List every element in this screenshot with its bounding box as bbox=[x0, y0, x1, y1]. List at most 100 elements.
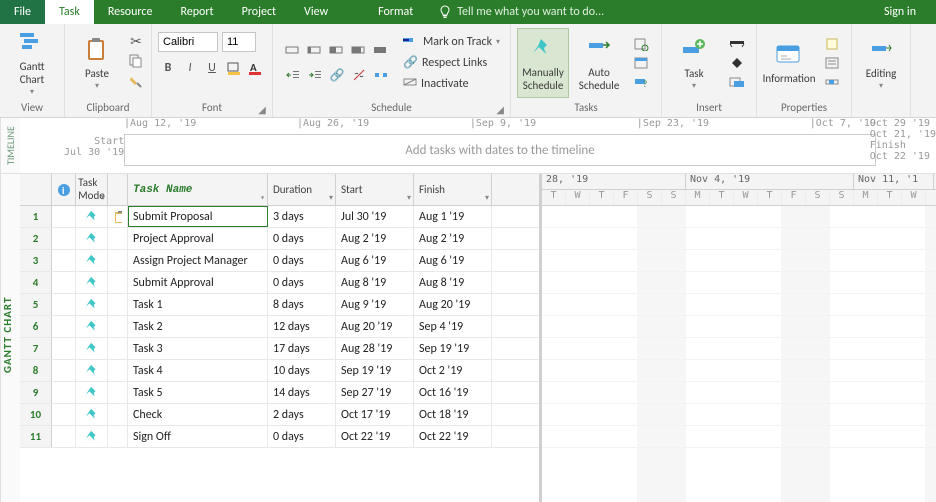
row-number[interactable]: 2 bbox=[20, 228, 52, 249]
tab-view[interactable]: View bbox=[290, 0, 342, 24]
cell-finish[interactable]: Oct 22 '19 bbox=[414, 426, 492, 447]
pct-50-button[interactable] bbox=[327, 40, 347, 60]
split-task-button[interactable] bbox=[371, 65, 391, 85]
table-row[interactable]: 9Task 514 daysSep 27 '19Oct 16 '19 bbox=[20, 382, 539, 404]
table-row[interactable]: 7Task 317 daysAug 28 '19Sep 19 '19 bbox=[20, 338, 539, 360]
col-task-name[interactable]: Task Name▾ bbox=[128, 174, 268, 205]
cell-task-name[interactable]: Submit Approval bbox=[128, 272, 268, 293]
row-number[interactable]: 3 bbox=[20, 250, 52, 271]
cell-start[interactable]: Oct 22 '19 bbox=[336, 426, 414, 447]
cell-duration[interactable]: 3 days bbox=[268, 206, 336, 227]
cell-task-mode[interactable] bbox=[76, 228, 108, 249]
outdent-button[interactable] bbox=[283, 65, 303, 85]
font-size-select[interactable] bbox=[222, 32, 256, 52]
cell-duration[interactable]: 14 days bbox=[268, 382, 336, 403]
cell-indicator[interactable] bbox=[108, 206, 128, 227]
add-to-timeline-button[interactable] bbox=[823, 73, 841, 91]
text-color-button[interactable]: A bbox=[246, 58, 266, 78]
format-painter-button[interactable] bbox=[127, 75, 145, 93]
row-number[interactable]: 9 bbox=[20, 382, 52, 403]
cell-finish[interactable]: Aug 8 '19 bbox=[414, 272, 492, 293]
col-info[interactable]: i bbox=[52, 174, 76, 205]
pct-75-button[interactable] bbox=[349, 40, 369, 60]
cell-task-mode[interactable] bbox=[76, 250, 108, 271]
editing-button[interactable]: Editing▾ bbox=[858, 28, 904, 98]
cell-duration[interactable]: 0 days bbox=[268, 250, 336, 271]
auto-schedule-button[interactable]: Auto Schedule bbox=[573, 28, 625, 98]
cell-info[interactable] bbox=[52, 360, 76, 381]
cell-duration[interactable]: 0 days bbox=[268, 272, 336, 293]
cell-duration[interactable]: 0 days bbox=[268, 426, 336, 447]
cell-finish[interactable]: Aug 1 '19 bbox=[414, 206, 492, 227]
pct-100-button[interactable] bbox=[371, 40, 391, 60]
cell-task-mode[interactable] bbox=[76, 272, 108, 293]
cell-finish[interactable]: Aug 20 '19 bbox=[414, 294, 492, 315]
row-number[interactable]: 5 bbox=[20, 294, 52, 315]
table-row[interactable]: 10Check2 daysOct 17 '19Oct 18 '19 bbox=[20, 404, 539, 426]
unlink-tasks-button[interactable] bbox=[349, 65, 369, 85]
cell-start[interactable]: Aug 2 '19 bbox=[336, 228, 414, 249]
timeline-add-placeholder[interactable]: Add tasks with dates to the timeline bbox=[124, 134, 876, 166]
cell-duration[interactable]: 0 days bbox=[268, 228, 336, 249]
cell-start[interactable]: Sep 27 '19 bbox=[336, 382, 414, 403]
tab-file[interactable]: File bbox=[0, 0, 45, 24]
tab-task[interactable]: Task bbox=[45, 0, 94, 24]
gantt-chart-area[interactable]: 28, '19Nov 4, '19Nov 11, '1 TWTFSSMTWTFS… bbox=[542, 174, 936, 502]
insert-summary-button[interactable] bbox=[728, 35, 746, 53]
cell-finish[interactable]: Oct 16 '19 bbox=[414, 382, 492, 403]
cell-info[interactable] bbox=[52, 382, 76, 403]
manually-schedule-button[interactable]: Manually Schedule bbox=[517, 28, 569, 98]
cell-info[interactable] bbox=[52, 404, 76, 425]
cell-task-mode[interactable] bbox=[76, 338, 108, 359]
cell-info[interactable] bbox=[52, 426, 76, 447]
cell-task-name[interactable]: Task 4 bbox=[128, 360, 268, 381]
cell-info[interactable] bbox=[52, 272, 76, 293]
cut-button[interactable]: ✂ bbox=[127, 33, 145, 51]
cell-indicator[interactable] bbox=[108, 360, 128, 381]
cell-indicator[interactable] bbox=[108, 338, 128, 359]
table-row[interactable]: 1Submit Proposal3 daysJul 30 '19Aug 1 '1… bbox=[20, 206, 539, 228]
signin-button[interactable]: Sign in bbox=[864, 0, 936, 24]
col-duration[interactable]: Duration▾ bbox=[268, 174, 336, 205]
cell-task-name[interactable]: Assign Project Manager bbox=[128, 250, 268, 271]
underline-button[interactable]: U bbox=[202, 58, 222, 78]
cell-task-name[interactable]: Sign Off bbox=[128, 426, 268, 447]
link-tasks-button[interactable]: 🔗 bbox=[327, 65, 347, 85]
cell-info[interactable] bbox=[52, 250, 76, 271]
copy-button[interactable] bbox=[127, 54, 145, 72]
cell-finish[interactable]: Aug 2 '19 bbox=[414, 228, 492, 249]
cell-duration[interactable]: 8 days bbox=[268, 294, 336, 315]
cell-finish[interactable]: Oct 2 '19 bbox=[414, 360, 492, 381]
cell-info[interactable] bbox=[52, 228, 76, 249]
cell-duration[interactable]: 17 days bbox=[268, 338, 336, 359]
cell-task-name[interactable]: Task 3 bbox=[128, 338, 268, 359]
dialog-launcher-icon[interactable]: ◢ bbox=[256, 103, 268, 115]
cell-task-mode[interactable] bbox=[76, 382, 108, 403]
table-row[interactable]: 6Task 212 daysAug 20 '19Sep 4 '19 bbox=[20, 316, 539, 338]
dialog-launcher-icon[interactable]: ◢ bbox=[494, 103, 506, 115]
font-family-select[interactable] bbox=[158, 32, 218, 52]
cell-indicator[interactable] bbox=[108, 404, 128, 425]
cell-duration[interactable]: 12 days bbox=[268, 316, 336, 337]
insert-deliverable-button[interactable] bbox=[728, 73, 746, 91]
mark-on-track-button[interactable]: Mark on Track ▾ bbox=[403, 32, 500, 52]
cell-task-name[interactable]: Task 2 bbox=[128, 316, 268, 337]
cell-info[interactable] bbox=[52, 294, 76, 315]
inactivate-button[interactable]: Inactivate bbox=[403, 74, 500, 94]
cell-start[interactable]: Aug 8 '19 bbox=[336, 272, 414, 293]
font-color-button[interactable] bbox=[224, 58, 244, 78]
cell-start[interactable]: Aug 28 '19 bbox=[336, 338, 414, 359]
table-row[interactable]: 2Project Approval0 daysAug 2 '19Aug 2 '1… bbox=[20, 228, 539, 250]
cell-finish[interactable]: Sep 19 '19 bbox=[414, 338, 492, 359]
notes-button[interactable] bbox=[823, 35, 841, 53]
col-task-mode[interactable]: Task Mode▾ bbox=[76, 174, 108, 205]
tab-report[interactable]: Report bbox=[166, 0, 227, 24]
bold-button[interactable]: B bbox=[158, 58, 178, 78]
row-number[interactable]: 6 bbox=[20, 316, 52, 337]
col-start[interactable]: Start▾ bbox=[336, 174, 414, 205]
table-row[interactable]: 4Submit Approval0 daysAug 8 '19Aug 8 '19 bbox=[20, 272, 539, 294]
tab-project[interactable]: Project bbox=[228, 0, 290, 24]
cell-start[interactable]: Aug 9 '19 bbox=[336, 294, 414, 315]
cell-indicator[interactable] bbox=[108, 316, 128, 337]
table-row[interactable]: 8Task 410 daysSep 19 '19Oct 2 '19 bbox=[20, 360, 539, 382]
